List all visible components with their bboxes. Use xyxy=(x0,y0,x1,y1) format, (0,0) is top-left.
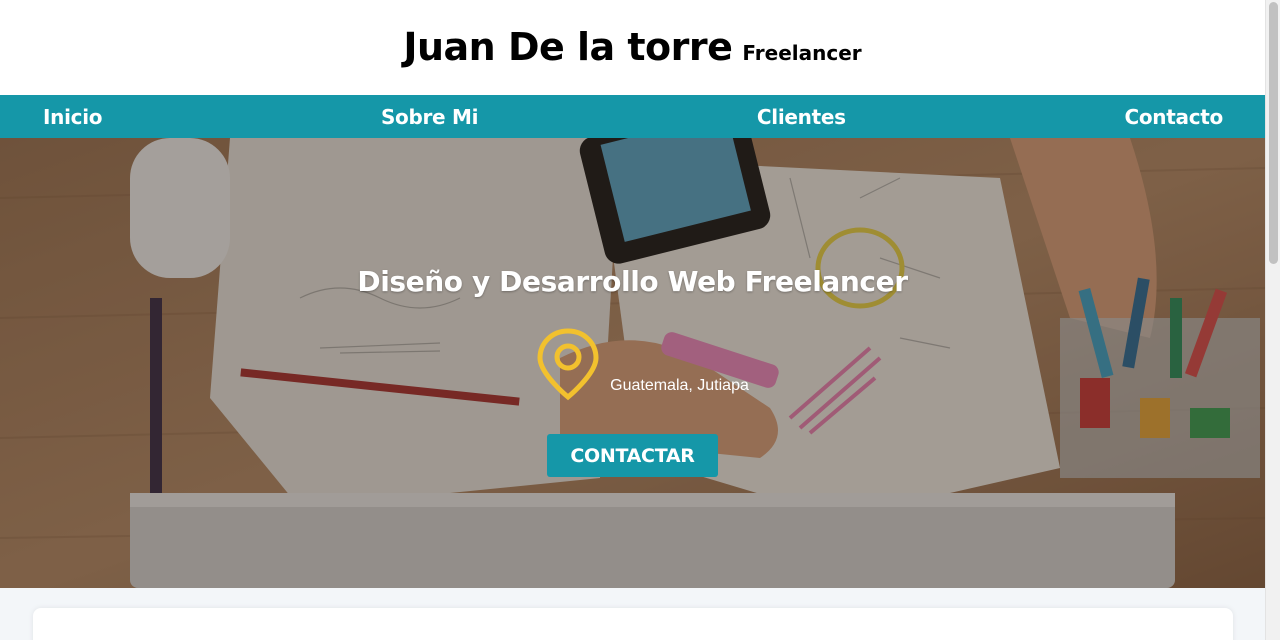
hero-title: Diseño y Desarrollo Web Freelancer xyxy=(357,265,908,298)
content-card xyxy=(33,608,1233,640)
page: Juan De la torre Freelancer Inicio Sobre… xyxy=(0,0,1265,640)
contactar-button[interactable]: CONTACTAR xyxy=(547,434,718,477)
hero-section: Diseño y Desarrollo Web Freelancer Guate… xyxy=(0,138,1265,588)
scrollbar-thumb[interactable] xyxy=(1269,2,1278,264)
vertical-scrollbar[interactable] xyxy=(1265,0,1280,640)
nav-item-contacto[interactable]: Contacto xyxy=(1124,105,1223,129)
hero-content: Diseño y Desarrollo Web Freelancer Guate… xyxy=(0,138,1265,588)
nav-item-inicio[interactable]: Inicio xyxy=(43,105,102,129)
location-text: Guatemala, Jutiapa xyxy=(610,377,749,394)
nav-item-clientes[interactable]: Clientes xyxy=(757,105,846,129)
location: Guatemala, Jutiapa xyxy=(536,327,749,401)
map-pin-icon xyxy=(537,328,599,401)
main-nav: Inicio Sobre Mi Clientes Contacto xyxy=(0,95,1265,138)
site-title-subtitle: Freelancer xyxy=(742,40,862,65)
nav-item-sobre-mi[interactable]: Sobre Mi xyxy=(381,105,479,129)
site-header: Juan De la torre Freelancer xyxy=(0,0,1265,95)
site-title: Juan De la torre Freelancer xyxy=(403,25,861,69)
site-title-name: Juan De la torre xyxy=(403,24,733,69)
